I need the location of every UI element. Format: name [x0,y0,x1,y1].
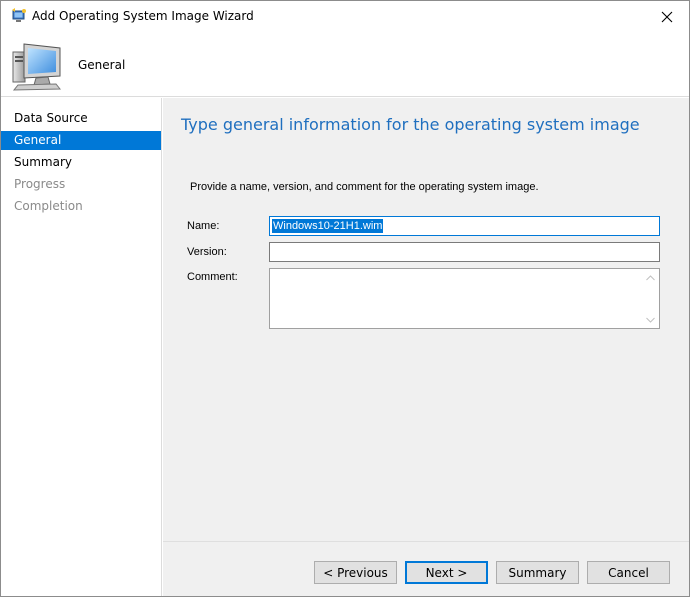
wizard-nav: Data Source General Summary Progress Com… [1,98,162,596]
cancel-button[interactable]: Cancel [587,561,670,584]
close-button[interactable] [644,1,689,32]
comment-scrollbar[interactable] [642,269,659,328]
comment-textarea[interactable] [269,268,660,329]
banner-title: General [78,58,126,72]
version-field[interactable] [269,242,660,262]
name-label: Name: [187,220,220,232]
chevron-down-icon [646,317,655,323]
nav-item-general[interactable]: General [1,131,161,150]
nav-item-summary[interactable]: Summary [1,153,161,172]
computer-icon [10,38,64,92]
wizard-window: Add Operating System Image Wizard Genera… [0,0,690,597]
next-button[interactable]: Next > [405,561,488,584]
version-label: Version: [187,246,227,258]
wizard-banner: General [1,32,689,97]
wizard-app-icon [11,8,27,24]
button-bar: < Previous Next > Summary Cancel [163,541,689,596]
name-field-value: Windows10-21H1.wim [272,219,384,233]
page-heading: Type general information for the operati… [181,115,640,134]
title-bar[interactable]: Add Operating System Image Wizard [1,1,689,32]
chevron-up-icon [646,274,655,280]
previous-button[interactable]: < Previous [314,561,397,584]
comment-label: Comment: [187,271,238,283]
name-field[interactable]: Windows10-21H1.wim [269,216,660,236]
nav-item-completion: Completion [14,199,83,213]
nav-item-progress: Progress [14,177,66,191]
scroll-down-arrow[interactable] [642,311,659,328]
nav-item-data-source[interactable]: Data Source [1,109,161,128]
instruction-text: Provide a name, version, and comment for… [190,181,539,193]
close-icon [661,11,672,22]
window-title: Add Operating System Image Wizard [32,9,254,23]
scroll-up-arrow[interactable] [642,269,659,286]
summary-button[interactable]: Summary [496,561,579,584]
content-panel: Type general information for the operati… [163,98,689,541]
